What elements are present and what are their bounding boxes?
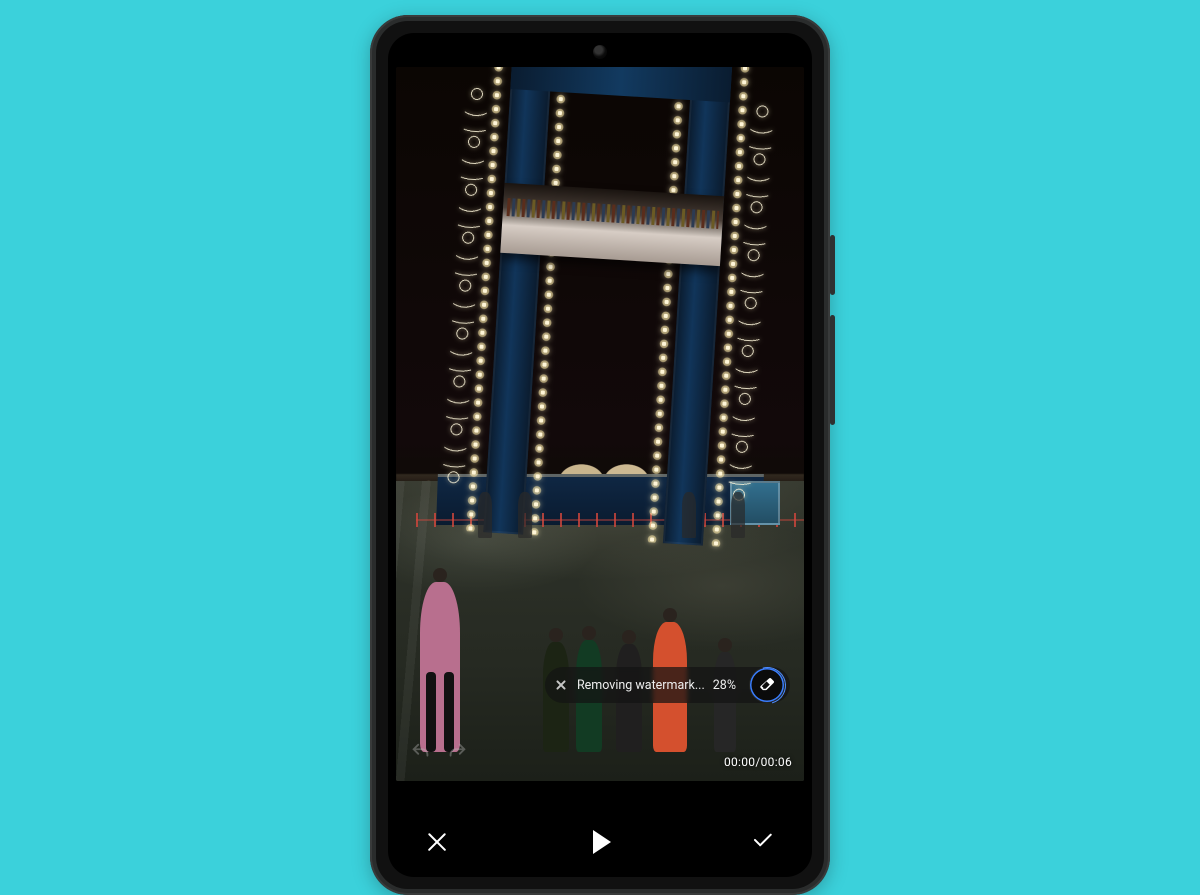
undo-button[interactable] [410, 741, 432, 767]
cancel-button[interactable] [422, 827, 452, 857]
timecode-display: 00:00/00:06 [724, 755, 792, 769]
phone-frame: Removing watermark... 28% [370, 15, 830, 895]
history-controls [410, 741, 468, 767]
progress-label: Removing watermark... [577, 678, 705, 693]
video-preview[interactable]: Removing watermark... 28% [396, 67, 804, 781]
play-button[interactable] [585, 827, 615, 857]
camera-cutout [593, 45, 607, 59]
person-silhouette [478, 492, 492, 538]
watermark-progress-toast: Removing watermark... 28% [545, 667, 790, 703]
timecode-total: 00:06 [761, 755, 792, 769]
timecode-current: 00:00 [724, 755, 755, 769]
person-silhouette [731, 492, 745, 538]
person-silhouette [420, 582, 460, 752]
cancel-watermark-removal-button[interactable] [553, 677, 569, 693]
drop-tower-ride [483, 67, 733, 545]
redo-icon [446, 741, 468, 763]
person-silhouette [682, 492, 696, 538]
person-silhouette [518, 492, 532, 538]
phone-side-button [830, 235, 835, 295]
app-screen: Removing watermark... 28% [388, 33, 812, 877]
editor-bottom-bar [388, 807, 812, 877]
redo-button[interactable] [446, 741, 468, 767]
progress-percent: 28% [713, 678, 736, 693]
eraser-icon [750, 668, 784, 702]
undo-icon [410, 741, 432, 763]
play-icon [593, 830, 611, 854]
confirm-button[interactable] [748, 827, 778, 857]
phone-side-button [830, 315, 835, 425]
